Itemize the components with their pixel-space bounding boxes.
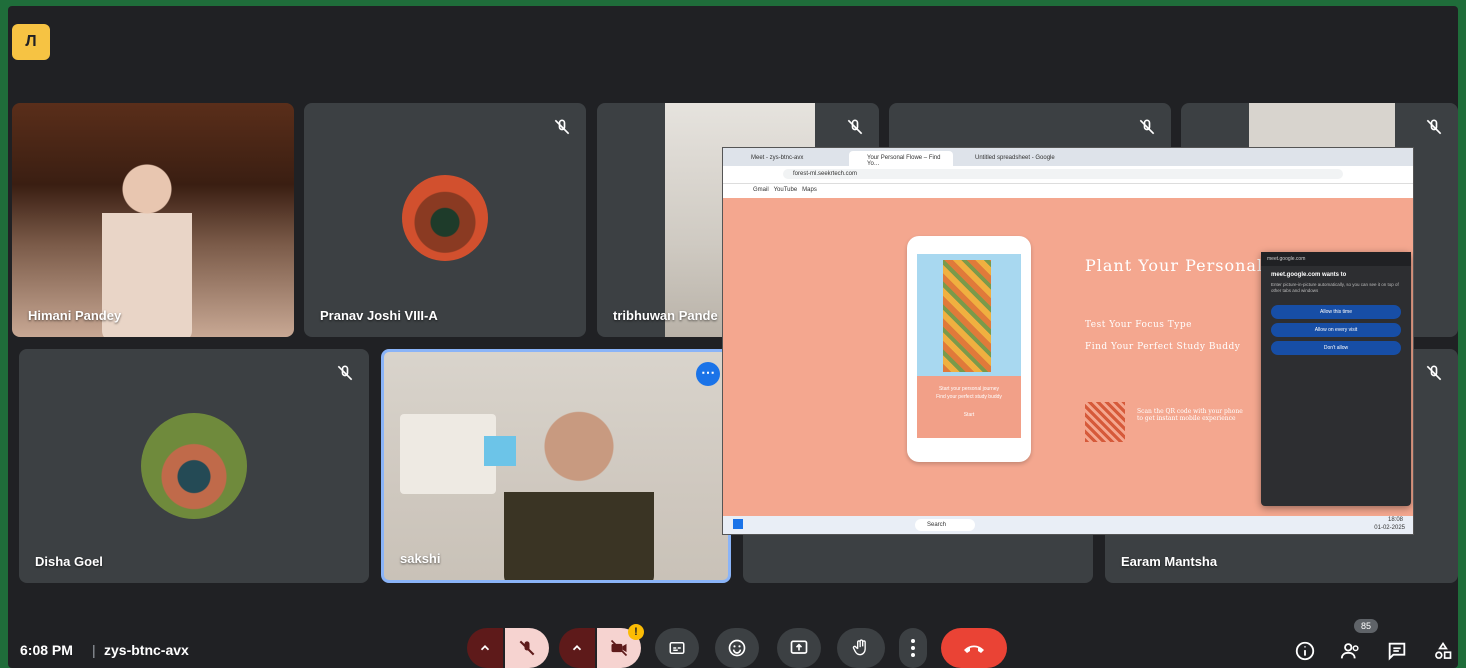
end-call-icon — [964, 645, 984, 653]
dont-allow-button[interactable]: Don't allow — [1271, 340, 1401, 355]
mic-off-icon — [1426, 365, 1442, 381]
chat-icon — [1388, 642, 1406, 661]
popup-description: Enter picture-in-picture automatically, … — [1271, 282, 1399, 294]
mic-off-icon — [1139, 119, 1155, 135]
shared-screen[interactable]: Meet - zys-btnc-avx Your Personal Flowe … — [722, 147, 1414, 535]
meeting-time: 6:08 PM — [20, 642, 73, 658]
popup-title: meet.google.com wants to — [1271, 272, 1347, 278]
participant-name: sakshi — [400, 551, 441, 566]
start-icon[interactable] — [733, 519, 743, 529]
popup-header: meet.google.com — [1261, 252, 1411, 266]
participant-tile-himani[interactable]: Himani Pandey — [12, 103, 294, 337]
activities-icon — [1435, 641, 1452, 659]
phone-mockup: Start your personal journey Find your pe… — [907, 236, 1031, 462]
taskbar-date: 01-02-2025 — [1374, 525, 1405, 531]
activities-button[interactable] — [1430, 638, 1456, 664]
chevron-up-icon — [572, 645, 582, 651]
subline: Test Your Focus Type — [1085, 320, 1192, 330]
avatar — [141, 413, 247, 519]
present-screen-button[interactable] — [777, 628, 821, 668]
chat-button[interactable] — [1384, 638, 1410, 664]
flower-window — [943, 260, 991, 372]
participant-tile-pranav[interactable]: Pranav Joshi VIII-A — [304, 103, 586, 337]
mic-options-button[interactable] — [467, 628, 503, 668]
people-icon — [1340, 643, 1359, 659]
emoji-icon — [728, 639, 746, 657]
participant-name: Earam Mantsha — [1121, 554, 1218, 569]
allow-every-visit-button[interactable]: Allow on every visit — [1271, 322, 1401, 337]
chevron-up-icon — [480, 645, 490, 651]
camera-options-button[interactable] — [559, 628, 595, 668]
hand-icon — [852, 639, 866, 656]
people-count-badge: 85 — [1354, 619, 1378, 633]
participant-name: Pranav Joshi VIII-A — [320, 308, 438, 323]
raise-hand-button[interactable] — [837, 628, 885, 668]
app-logo: Л — [12, 24, 50, 60]
mic-toggle-button[interactable] — [505, 628, 549, 668]
participant-name: Disha Goel — [35, 554, 103, 569]
mic-off-icon — [554, 119, 570, 135]
meeting-code: zys-btnc-avx — [104, 642, 189, 658]
browser-tab[interactable]: Untitled spreadsheet - Google — [957, 151, 1061, 166]
phone-text: Find your perfect study buddy — [936, 394, 1002, 400]
avatar — [402, 175, 488, 261]
more-options-button[interactable]: ⋯ — [696, 362, 720, 386]
people-button[interactable] — [1338, 638, 1364, 664]
permission-popup: meet.google.com meet.google.com wants to… — [1261, 252, 1411, 506]
participant-name: tribhuwan Pande — [613, 308, 718, 323]
more-options-button[interactable] — [899, 628, 927, 668]
windows-taskbar: Search 18:08 01-02-2025 — [723, 516, 1413, 534]
participant-name: Himani Pandey — [28, 308, 122, 323]
subline: Find Your Perfect Study Buddy — [1085, 342, 1241, 352]
bookmarks-bar: Gmail YouTube Maps — [723, 184, 1413, 198]
leave-call-button[interactable] — [941, 628, 1007, 668]
mic-off-icon — [1426, 119, 1442, 135]
mic-off-icon — [337, 365, 353, 381]
qr-code — [1085, 402, 1125, 442]
present-icon — [790, 640, 808, 654]
browser-tab-active[interactable]: Your Personal Flowe – Find Yo… — [849, 151, 953, 167]
camera-off-icon — [610, 639, 628, 657]
separator: | — [92, 642, 96, 658]
emoji-button[interactable] — [715, 628, 759, 668]
participant-tile-disha[interactable]: Disha Goel — [19, 349, 369, 583]
phone-cta-area: Start your personal journey Find your pe… — [917, 376, 1021, 438]
info-icon — [1295, 641, 1315, 661]
warning-badge: ! — [628, 624, 644, 640]
meeting-details-button[interactable] — [1292, 638, 1318, 664]
light-switch-board — [400, 414, 496, 494]
bookmark-maps[interactable]: Maps — [802, 187, 817, 193]
browser-tab[interactable]: Meet - zys-btnc-avx — [733, 151, 833, 166]
taskbar-time: 18:08 — [1387, 517, 1403, 523]
mic-off-icon — [519, 640, 535, 656]
participant-video — [504, 392, 654, 580]
captions-icon — [669, 642, 685, 654]
more-vert-icon — [911, 639, 915, 657]
qr-caption: Scan the QR code with your phone to get … — [1137, 408, 1243, 422]
allow-this-time-button[interactable]: Allow this time — [1271, 304, 1401, 319]
participant-tile-sakshi[interactable]: sakshi — [381, 349, 731, 583]
taskbar-search[interactable]: Search — [915, 519, 975, 531]
phone-text: Start your personal journey — [938, 386, 1000, 392]
bookmark-youtube[interactable]: YouTube — [774, 187, 798, 193]
meeting-controls-bar: 6:08 PM | zys-btnc-avx — [0, 620, 1466, 668]
url-field[interactable]: forest-ml.seekrtech.com — [783, 169, 1343, 179]
phone-start: Start — [963, 412, 975, 418]
mic-off-icon — [847, 119, 863, 135]
address-bar[interactable]: forest-ml.seekrtech.com — [723, 166, 1413, 184]
captions-button[interactable] — [655, 628, 699, 668]
bookmark-gmail[interactable]: Gmail — [753, 187, 769, 193]
phone-screen: Start your personal journey Find your pe… — [917, 254, 1021, 438]
browser-tab-bar: Meet - zys-btnc-avx Your Personal Flowe … — [723, 148, 1413, 167]
